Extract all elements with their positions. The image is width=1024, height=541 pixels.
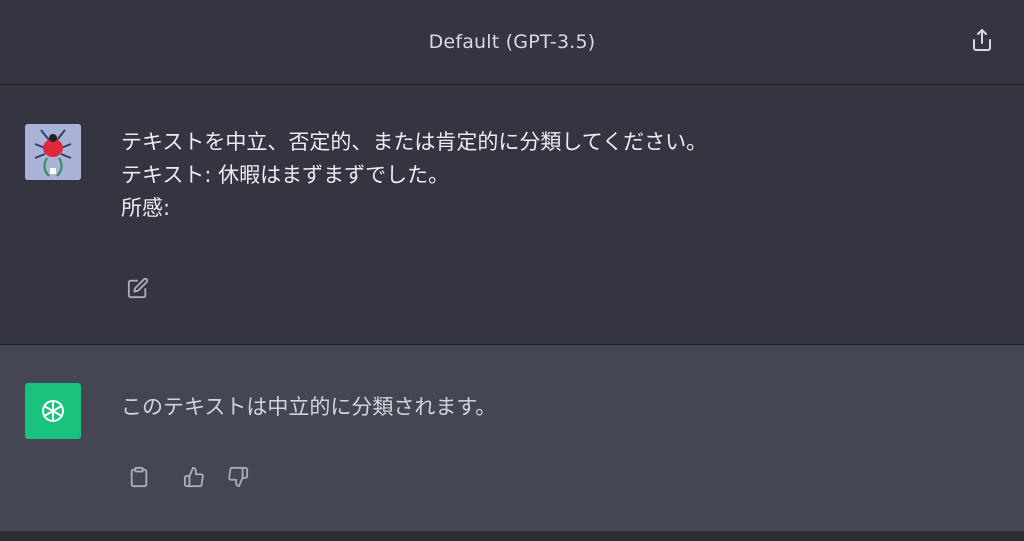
user-message-line: 所感:: [121, 196, 171, 220]
thumbs-up-button[interactable]: [180, 463, 208, 491]
user-message-line: テキストを中立、否定的、または肯定的に分類してください。: [121, 130, 708, 154]
openai-logo-icon: [42, 400, 64, 422]
user-message-block: テキストを中立、否定的、または肯定的に分類してください。 テキスト: 休暇はまず…: [0, 85, 1024, 345]
bottom-strip: [0, 531, 1024, 541]
assistant-message-block: このテキストは中立的に分類されます。: [0, 345, 1024, 531]
user-message-line: テキスト: 休暇はまずまずでした。: [121, 163, 450, 187]
share-button[interactable]: [968, 26, 996, 54]
thumbs-down-icon: [228, 466, 249, 488]
assistant-message-text: このテキストは中立的に分類されます。: [121, 395, 497, 419]
top-bar: Default (GPT-3.5): [0, 0, 1024, 85]
model-title: Default (GPT-3.5): [428, 31, 596, 53]
clipboard-icon: [130, 466, 148, 488]
copy-button[interactable]: [125, 463, 153, 491]
user-avatar: [25, 124, 81, 180]
assistant-avatar: [25, 383, 81, 439]
thumbs-down-button[interactable]: [224, 463, 252, 491]
thumbs-up-icon: [183, 466, 204, 488]
edit-message-button[interactable]: [124, 274, 152, 302]
share-icon: [973, 29, 991, 51]
edit-icon: [127, 277, 149, 299]
user-message-text: テキストを中立、否定的、または肯定的に分類してください。 テキスト: 休暇はまず…: [121, 126, 707, 225]
